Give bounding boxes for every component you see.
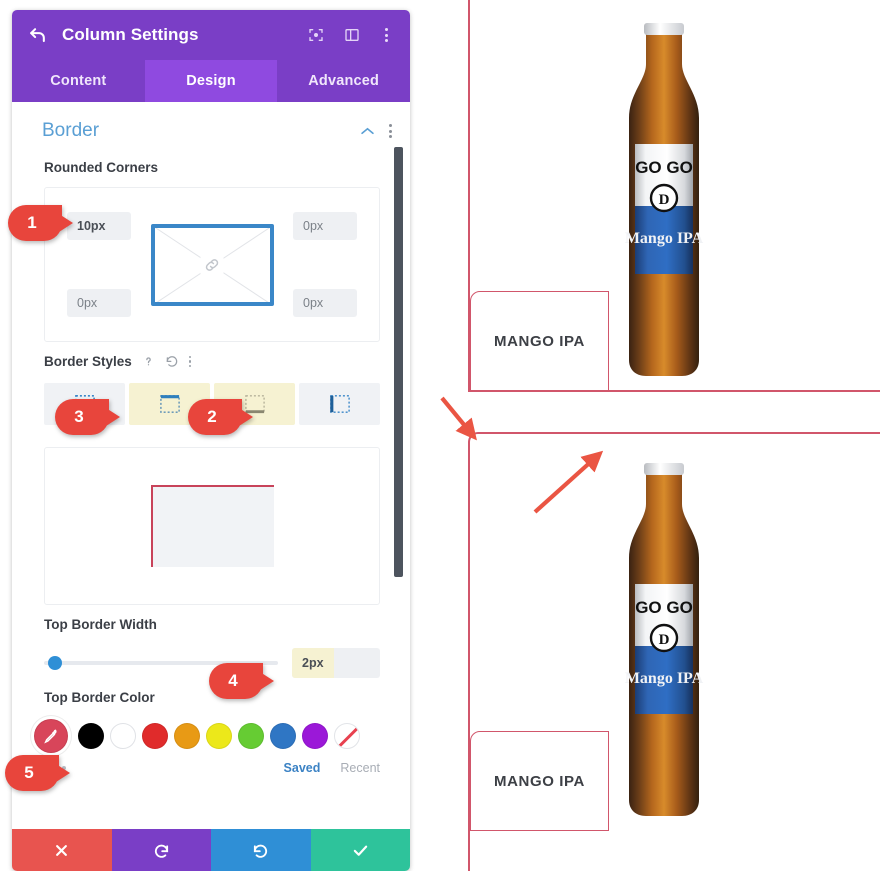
save-button[interactable]	[310, 829, 410, 871]
tab-recent-colors[interactable]: Recent	[340, 761, 380, 775]
cancel-button[interactable]	[12, 829, 112, 871]
swatch-red[interactable]	[142, 723, 168, 749]
color-swatch-row	[34, 719, 380, 753]
callout-1: 1	[8, 205, 62, 241]
bottle-mark: D	[659, 192, 670, 208]
rounded-corners-control: 10px 0px 0px 0px	[44, 187, 380, 342]
page-title: Column Settings	[62, 25, 199, 44]
label-text: Border Styles	[44, 354, 132, 369]
callout-3: 3	[55, 399, 109, 435]
callout-number: 5	[24, 763, 34, 782]
more-vertical-icon[interactable]	[378, 28, 394, 42]
callout-4: 4	[209, 663, 263, 699]
swatch-white[interactable]	[110, 723, 136, 749]
callout-5: 5	[5, 755, 59, 791]
rounded-corners-label: Rounded Corners	[12, 148, 410, 183]
corner-top-left-input[interactable]: 10px	[67, 212, 131, 240]
border-styles-options-icon[interactable]	[188, 355, 192, 368]
callout-2: 2	[188, 399, 242, 435]
section-options-icon[interactable]	[389, 124, 392, 138]
bottle-mark: D	[659, 632, 670, 648]
back-arrow-icon[interactable]	[26, 24, 48, 46]
swatch-blue[interactable]	[270, 723, 296, 749]
redo-button[interactable]	[211, 829, 311, 871]
label-text: Top Border Color	[44, 690, 155, 705]
tab-design[interactable]: Design	[144, 60, 278, 102]
color-swatch-footer: Saved Recent	[46, 761, 380, 775]
column-settings-panel: Column Settings Content Design Advanced …	[12, 10, 410, 871]
corner-preview-box	[150, 223, 274, 306]
tab-advanced[interactable]: Advanced	[277, 60, 410, 102]
screenshot-root: Column Settings Content Design Advanced …	[0, 0, 880, 871]
preview-text-column-2: MANGO IPA	[470, 731, 609, 831]
corner-top-right-input[interactable]: 0px	[293, 212, 357, 240]
panel-titlebar: Column Settings	[12, 10, 410, 60]
border-preview-shape	[150, 485, 274, 567]
bottle-flavor: Mango IPA	[625, 230, 704, 247]
callout-number: 3	[74, 407, 84, 426]
layout-split-icon[interactable]	[340, 23, 364, 47]
panel-scrollbar[interactable]	[394, 147, 403, 577]
panel-action-bar	[12, 829, 410, 871]
swatch-green[interactable]	[238, 723, 264, 749]
column-text: MANGO IPA	[494, 772, 585, 790]
bottle-brand: GO GO	[635, 158, 693, 177]
preview-text-column-1: MANGO IPA	[470, 291, 609, 391]
panel-body: Border Rounded Corners 10px 0px 0px 0px	[12, 102, 410, 829]
annotation-arrow-up-right	[533, 450, 604, 514]
swatch-transparent[interactable]	[334, 723, 360, 749]
label-text: Rounded Corners	[44, 160, 159, 175]
border-styles-label: Border Styles	[12, 342, 410, 377]
callout-number: 4	[228, 671, 238, 690]
question-mark-icon[interactable]	[142, 355, 155, 368]
corner-bottom-left-input[interactable]: 0px	[67, 289, 131, 317]
callout-number: 1	[27, 213, 37, 232]
swatch-orange[interactable]	[174, 723, 200, 749]
bottle-brand: GO GO	[635, 598, 693, 617]
section-title-border: Border	[42, 120, 100, 141]
eyedropper-icon[interactable]	[34, 719, 68, 753]
reset-icon[interactable]	[165, 355, 179, 369]
annotation-arrow-down	[440, 396, 477, 441]
ellipsis-icon[interactable]	[46, 766, 284, 770]
website-preview: MANGO IPA MANGO IPA GO GO D Mango IPA GO…	[440, 0, 880, 871]
top-border-width-input[interactable]: 2px	[292, 648, 380, 678]
swatch-yellow[interactable]	[206, 723, 232, 749]
beer-bottle-image-2: GO GO D Mango IPA	[625, 463, 704, 816]
callout-number: 2	[207, 407, 217, 426]
link-icon[interactable]	[200, 254, 224, 275]
beer-bottle-image-1: GO GO D Mango IPA	[625, 23, 704, 376]
input-value: 2px	[292, 648, 334, 678]
swatch-purple[interactable]	[302, 723, 328, 749]
top-border-width-label: Top Border Width	[12, 605, 410, 640]
slider-knob[interactable]	[48, 656, 62, 670]
border-preview-panel	[44, 447, 380, 605]
tab-saved-colors[interactable]: Saved	[284, 761, 321, 775]
tab-content[interactable]: Content	[12, 60, 145, 102]
swatch-black[interactable]	[78, 723, 104, 749]
border-style-left-button[interactable]	[299, 383, 380, 425]
corner-bottom-right-input[interactable]: 0px	[293, 289, 357, 317]
chevron-up-icon[interactable]	[360, 127, 375, 136]
undo-button[interactable]	[111, 829, 211, 871]
panel-tabs: Content Design Advanced	[12, 60, 410, 102]
fullscreen-icon[interactable]	[304, 23, 328, 47]
bottle-flavor: Mango IPA	[625, 670, 704, 687]
label-text: Top Border Width	[44, 617, 157, 632]
column-text: MANGO IPA	[494, 332, 585, 350]
border-section-header: Border	[12, 102, 410, 148]
